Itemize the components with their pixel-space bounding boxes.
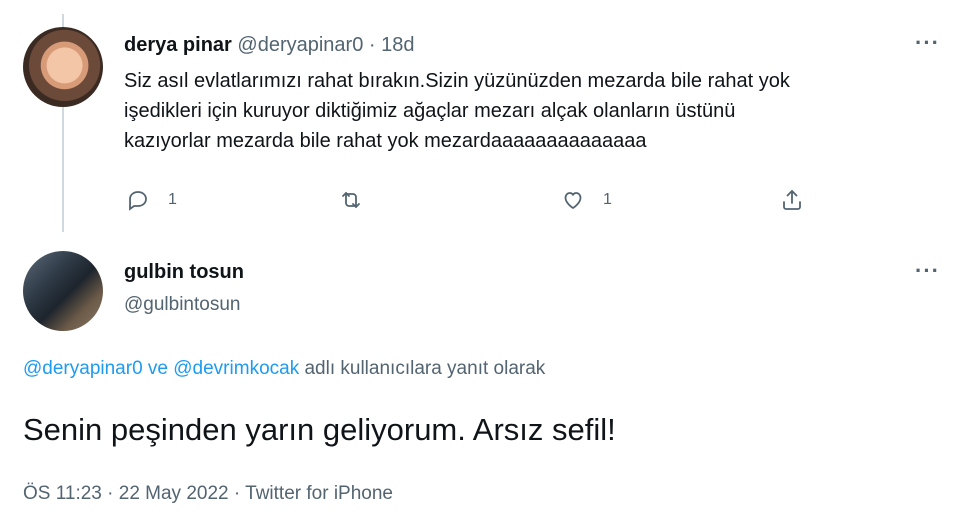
share-button[interactable] xyxy=(780,184,804,216)
tweet-text: Senin peşinden yarın geliyorum. Arsız se… xyxy=(23,412,616,447)
retweet-button[interactable] xyxy=(339,184,363,216)
separator-dot: · xyxy=(368,34,376,56)
share-icon xyxy=(783,190,801,210)
username[interactable]: @deryapinar0 xyxy=(237,34,363,56)
display-name[interactable]: gulbin tosun xyxy=(124,261,244,284)
mention-link[interactable]: @deryapinar0 xyxy=(23,358,143,379)
tweet-text-line: Siz asıl evlatlarımızı rahat bırakın.Siz… xyxy=(124,70,790,92)
more-options-icon[interactable]: ··· xyxy=(915,30,940,56)
reply-icon xyxy=(129,191,147,211)
like-button[interactable]: 1 xyxy=(561,184,612,216)
retweet-icon xyxy=(342,192,360,208)
reply-suffix: adlı kullanıcılara yanıt olarak xyxy=(299,358,546,379)
username[interactable]: @gulbintosun xyxy=(124,294,240,316)
avatar[interactable] xyxy=(23,251,103,331)
mention-link[interactable]: @devrimkocak xyxy=(173,358,299,379)
display-name[interactable]: derya pinar xyxy=(124,34,232,56)
reply-button[interactable]: 1 xyxy=(126,184,177,216)
tweet-text-line: işedikleri için kuruyor diktiğimiz ağaçl… xyxy=(124,100,736,122)
reply-conjunction: ve xyxy=(142,358,174,379)
reply-count: 1 xyxy=(168,191,177,208)
replying-to-line: @deryapinar0 ve @devrimkocak adlı kullan… xyxy=(23,358,545,380)
more-options-icon[interactable]: ··· xyxy=(915,258,940,284)
avatar[interactable] xyxy=(23,27,103,107)
tweet-text-line: kazıyorlar mezarda bile rahat yok mezard… xyxy=(124,130,647,152)
tweet-timestamp-source[interactable]: ÖS 11:23 · 22 May 2022 · Twitter for iPh… xyxy=(23,483,393,505)
tweet-text: Siz asıl evlatlarımızı rahat bırakın.Siz… xyxy=(124,66,914,156)
tweet-header: derya pinar @deryapinar0 · 18d xyxy=(124,34,415,57)
heart-icon xyxy=(564,192,582,209)
tweet-age[interactable]: 18d xyxy=(381,34,414,56)
like-count: 1 xyxy=(603,191,612,208)
